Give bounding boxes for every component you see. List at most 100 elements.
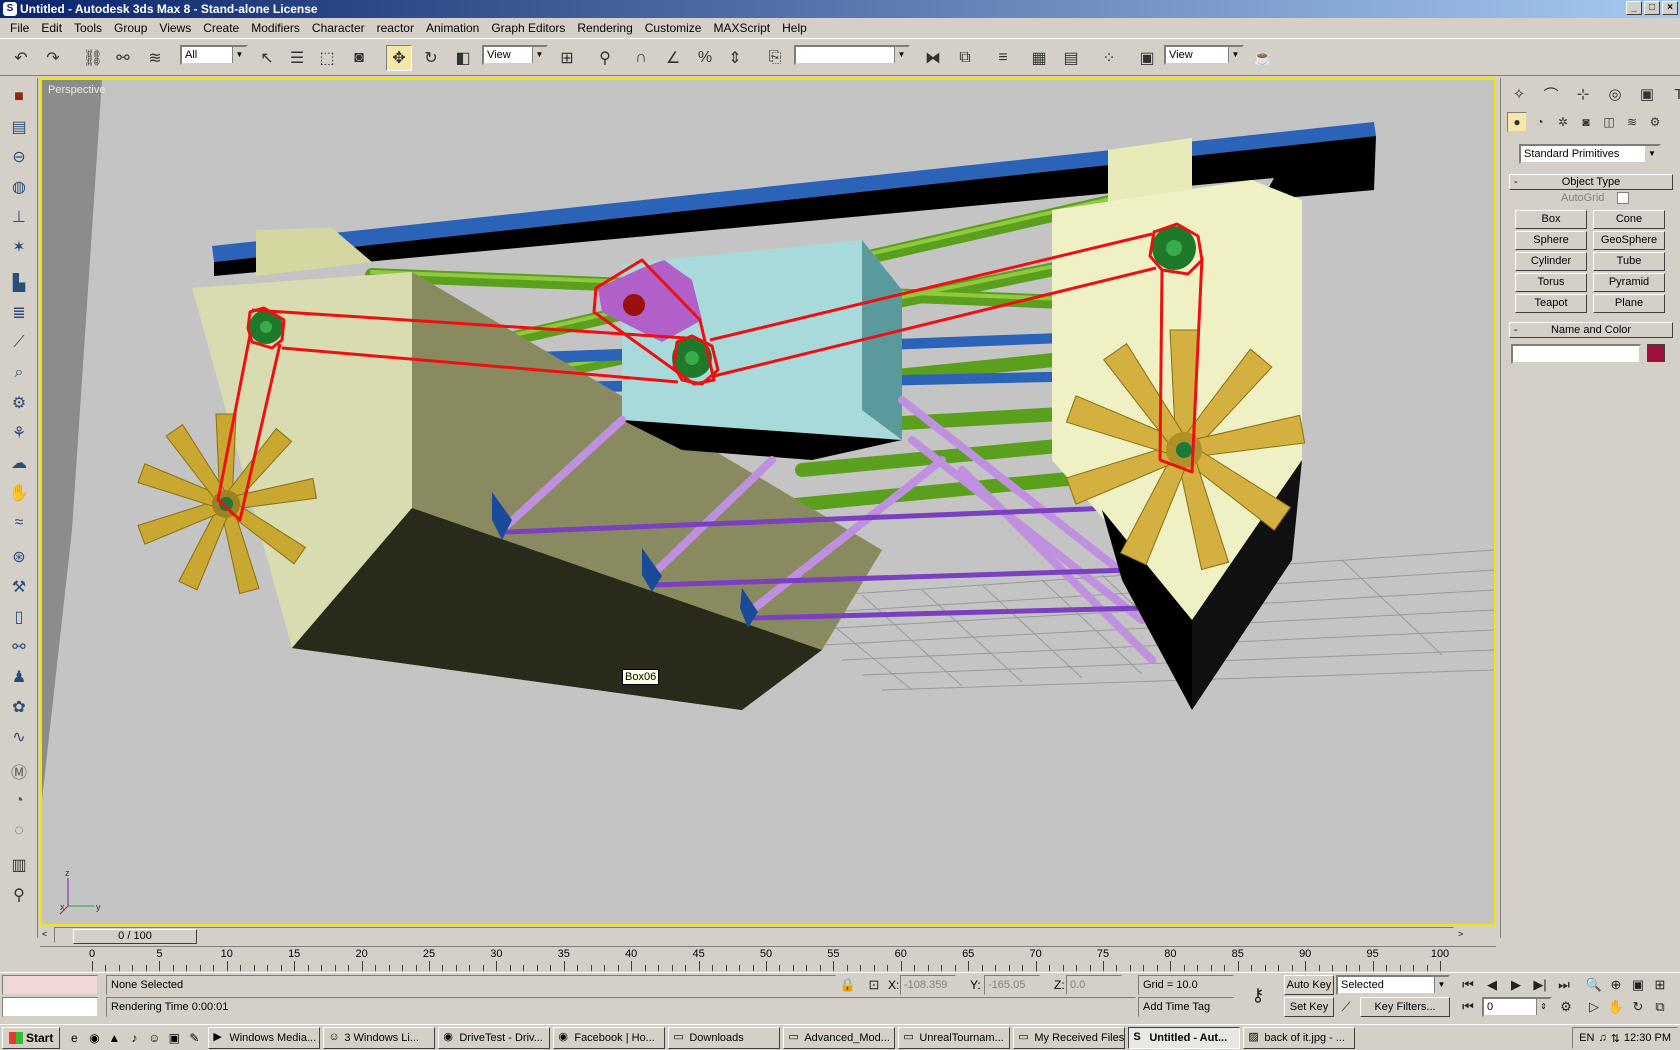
- select-and-rotate-icon[interactable]: ↻: [418, 45, 444, 71]
- menu-animation[interactable]: Animation: [420, 21, 485, 35]
- bevel-icon[interactable]: ⟋: [5, 330, 33, 356]
- messenger-icon[interactable]: ☺: [146, 1030, 162, 1046]
- render-view-dropdown[interactable]: View ▼: [1164, 45, 1244, 65]
- time-configuration-icon[interactable]: ⚙: [1556, 997, 1576, 1017]
- cameras-icon[interactable]: ◙: [1576, 112, 1596, 132]
- helpers-icon[interactable]: ◫: [1599, 112, 1619, 132]
- mirror-icon[interactable]: ⧓: [920, 45, 946, 71]
- utilities-tab-icon[interactable]: T: [1667, 82, 1680, 106]
- hierarchy-tab-icon[interactable]: ⊹: [1571, 82, 1595, 106]
- bend-icon[interactable]: ⌕: [5, 360, 33, 386]
- select-and-scale-icon[interactable]: ◧: [450, 45, 476, 71]
- autogrid-checkbox[interactable]: AutoGrid: [1561, 192, 1629, 204]
- window-crossing-icon[interactable]: ◙: [346, 45, 372, 71]
- select-and-move-icon[interactable]: ✥: [386, 45, 412, 71]
- time-slider-track[interactable]: 0 / 100: [54, 927, 1454, 944]
- material-icon[interactable]: ■: [5, 84, 33, 110]
- teapot-button[interactable]: Teapot: [1515, 294, 1587, 313]
- geometry-icon[interactable]: ●: [1507, 112, 1527, 132]
- undo-icon[interactable]: ↶: [8, 45, 34, 71]
- paint-icon[interactable]: ✎: [186, 1030, 202, 1046]
- cylinder-button[interactable]: Cylinder: [1515, 252, 1587, 271]
- pan-icon[interactable]: ✋: [1606, 997, 1626, 1017]
- box-primitive-icon[interactable]: ▤: [5, 114, 33, 140]
- menu-customize[interactable]: Customize: [639, 21, 708, 35]
- shapes-icon[interactable]: ◔: [1530, 112, 1550, 132]
- start-button[interactable]: Start: [2, 1026, 61, 1049]
- cone-button[interactable]: Cone: [1593, 210, 1665, 229]
- lights-icon[interactable]: ✲: [1553, 112, 1573, 132]
- zoom-extents-icon[interactable]: ▣: [1628, 975, 1648, 995]
- menu-character[interactable]: Character: [306, 21, 371, 35]
- perspective-viewport[interactable]: Perspective Box06 z y x: [40, 78, 1496, 926]
- auto-key-button[interactable]: Auto Key: [1284, 975, 1334, 995]
- task-facebook[interactable]: ◉ Facebook | Ho...: [553, 1026, 666, 1049]
- physique-icon[interactable]: ✿: [5, 694, 33, 720]
- key-filters-button[interactable]: Key Filters...: [1360, 997, 1450, 1017]
- next-frame-arrow[interactable]: >: [1458, 929, 1463, 939]
- maximize-viewport-icon[interactable]: ⧉: [1650, 997, 1670, 1017]
- close-button[interactable]: ×: [1662, 1, 1678, 15]
- menu-reactor[interactable]: reactor: [371, 21, 420, 35]
- viewport-label[interactable]: Perspective: [48, 84, 105, 96]
- vlc-icon[interactable]: ▲: [106, 1030, 122, 1046]
- zoom-icon[interactable]: 🔍: [1584, 975, 1604, 995]
- absolute-mode-icon[interactable]: ⊡: [864, 975, 884, 995]
- name-and-color-rollout[interactable]: - Name and Color: [1509, 322, 1673, 338]
- menu-graph-editors[interactable]: Graph Editors: [485, 21, 571, 35]
- geosphere-button[interactable]: GeoSphere: [1593, 231, 1665, 250]
- space-warps-icon[interactable]: ≋: [1622, 112, 1642, 132]
- cylinder-primitive-icon[interactable]: ⊖: [5, 144, 33, 170]
- twist-icon[interactable]: ⚘: [5, 420, 33, 446]
- menu-views[interactable]: Views: [153, 21, 197, 35]
- object-type-rollout[interactable]: - Object Type: [1509, 174, 1673, 190]
- taper-icon[interactable]: ⚙: [5, 390, 33, 416]
- percent-snap-icon[interactable]: %: [692, 45, 718, 71]
- task-downloads[interactable]: ▭ Downloads: [668, 1026, 781, 1049]
- search-icon[interactable]: ⚲: [5, 882, 33, 908]
- volume-icon[interactable]: ♫: [1598, 1032, 1606, 1044]
- media-icon[interactable]: ♪: [126, 1030, 142, 1046]
- time-slider-thumb[interactable]: 0 / 100: [73, 929, 197, 944]
- object-color-swatch[interactable]: [1647, 344, 1665, 362]
- menu-file[interactable]: File: [4, 21, 35, 35]
- menu-maxscript[interactable]: MAXScript: [707, 21, 776, 35]
- flex-icon[interactable]: ◔: [5, 788, 33, 814]
- render-scene-icon[interactable]: ▣: [1134, 45, 1160, 71]
- pivot-center-icon[interactable]: ⊞: [554, 45, 580, 71]
- y-coord-field[interactable]: -165.05: [984, 975, 1040, 995]
- task-drivetest[interactable]: ◉ DriveTest - Driv...: [438, 1026, 551, 1049]
- prev-frame-arrow[interactable]: <: [42, 929, 47, 939]
- object-category-dropdown[interactable]: Standard Primitives ▼: [1519, 144, 1661, 164]
- object-name-field[interactable]: [1511, 344, 1641, 364]
- firefox-icon[interactable]: ◉: [86, 1030, 102, 1046]
- network-icon[interactable]: ⇅: [1611, 1032, 1620, 1045]
- x-coord-field[interactable]: -108.359: [900, 975, 956, 995]
- maximize-button[interactable]: □: [1644, 1, 1660, 15]
- select-by-name-icon[interactable]: ☰: [284, 45, 310, 71]
- display-tab-icon[interactable]: ▣: [1635, 82, 1659, 106]
- ik-chain-icon[interactable]: ⚯: [5, 634, 33, 660]
- go-to-end-icon[interactable]: ⏭: [1554, 975, 1574, 995]
- curve-editor-icon[interactable]: ▦: [1026, 45, 1052, 71]
- menu-rendering[interactable]: Rendering: [571, 21, 638, 35]
- zoom-extents-all-icon[interactable]: ⊞: [1650, 975, 1670, 995]
- wave-icon[interactable]: ≈: [5, 510, 33, 536]
- key-mode-dropdown[interactable]: Selected ▼: [1336, 975, 1450, 995]
- maxscript-input-mini[interactable]: [2, 997, 98, 1017]
- zoom-all-icon[interactable]: ⊕: [1606, 975, 1626, 995]
- menu-tools[interactable]: Tools: [68, 21, 108, 35]
- render-settings-icon[interactable]: ▥: [5, 852, 33, 878]
- add-time-tag[interactable]: Add Time Tag: [1138, 997, 1234, 1017]
- plane-primitive-icon[interactable]: ⊥: [5, 204, 33, 230]
- biped-icon[interactable]: ▯: [5, 604, 33, 630]
- menu-help[interactable]: Help: [776, 21, 813, 35]
- tube-button[interactable]: Tube: [1593, 252, 1665, 271]
- unlink-icon[interactable]: ⚯: [110, 45, 136, 71]
- minimize-button[interactable]: _: [1626, 1, 1642, 15]
- lathe-icon[interactable]: ≣: [5, 300, 33, 326]
- z-coord-field[interactable]: 0.0: [1066, 975, 1122, 995]
- plane-button[interactable]: Plane: [1593, 294, 1665, 313]
- uvw-map-icon[interactable]: ⊛: [5, 544, 33, 570]
- edit-named-selection-icon[interactable]: ⎘: [762, 45, 788, 71]
